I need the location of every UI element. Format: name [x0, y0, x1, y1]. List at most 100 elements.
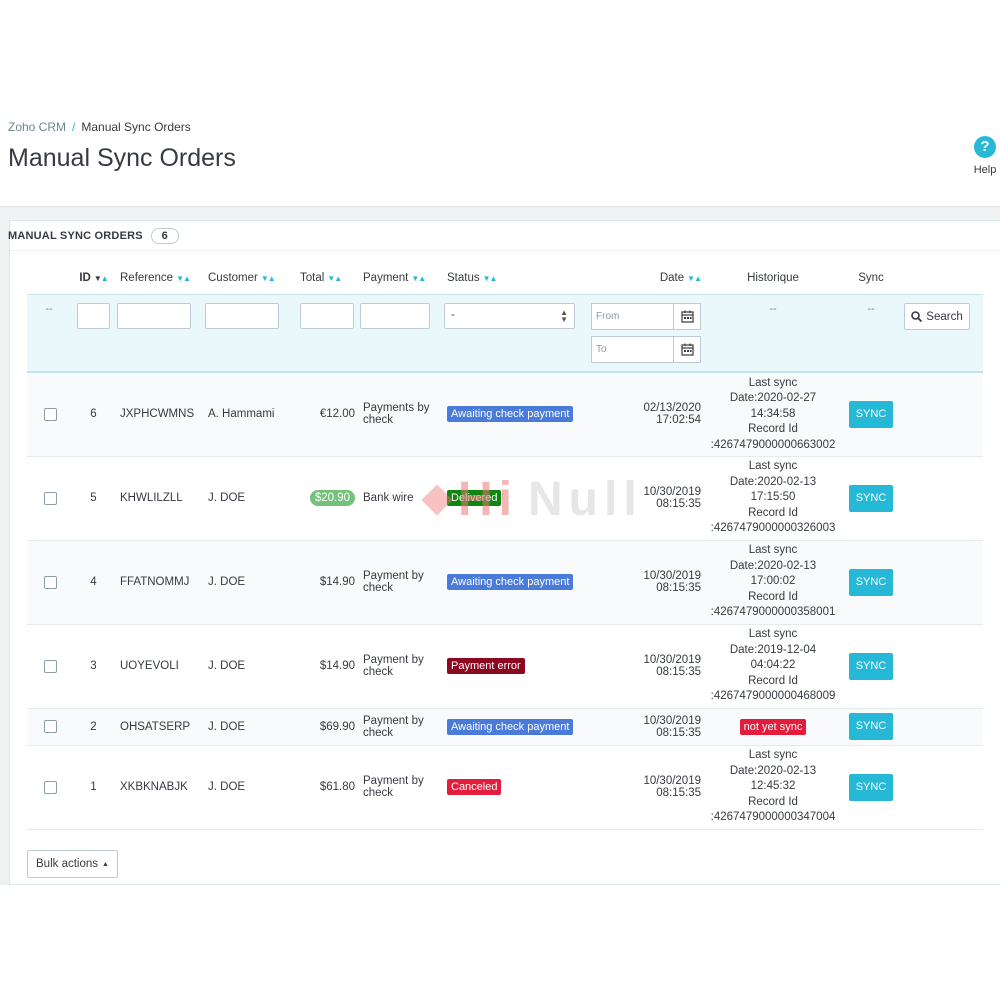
row-payment-line1: Bank wire — [363, 492, 414, 504]
sync-button[interactable]: SYNC — [849, 484, 893, 512]
filter-total-input[interactable] — [300, 303, 354, 329]
hist-line: 14:34:58 — [750, 407, 796, 420]
help-label: Help — [973, 164, 997, 176]
filter-payment-input[interactable] — [360, 303, 430, 329]
filter-reference-input[interactable] — [117, 303, 191, 329]
row-payment-line1: Payment by — [363, 654, 424, 666]
row-payment-line2: check — [363, 582, 394, 594]
filter-customer-input[interactable] — [205, 303, 279, 329]
sync-button[interactable]: SYNC — [849, 773, 893, 801]
column-header-customer[interactable]: Customer ▼▲ — [204, 262, 292, 295]
row-total-highlight: $20.90 — [309, 490, 355, 506]
row-historique: Last sync Date:2020-02-13 17:00:02 Record I… — [705, 540, 841, 625]
filter-historique-dash: -- — [705, 294, 841, 373]
column-header-payment[interactable]: Payment ▼▲ — [359, 262, 443, 295]
panel-heading: MANUAL SYNC ORDERS 6 — [8, 226, 179, 246]
sort-icon[interactable]: ▼▲ — [94, 274, 109, 283]
help-icon: ? — [974, 136, 996, 158]
panel-divider — [10, 250, 1000, 251]
row-payment-line2: check — [363, 787, 394, 799]
filter-status-select[interactable]: - ▲ ▼ — [444, 303, 575, 329]
row-payment: Payment by check — [359, 624, 443, 709]
column-customer-label: Customer — [208, 272, 258, 284]
sync-button[interactable]: SYNC — [849, 400, 893, 428]
table-row[interactable]: 2 OHSATSERP J. DOE $69.90 Payment by chec… — [27, 708, 983, 746]
column-total-label: Total — [300, 272, 325, 284]
breadcrumb: Zoho CRM / Manual Sync Orders — [8, 120, 191, 134]
column-header-id[interactable]: ID ▼▲ — [71, 262, 116, 295]
sort-icon[interactable]: ▼▲ — [483, 274, 498, 283]
row-id: 3 — [71, 624, 116, 709]
sync-button[interactable]: SYNC — [849, 713, 893, 740]
status-badge: Payment error — [447, 658, 525, 674]
row-date: 10/30/2019 08:15:35 — [585, 624, 705, 709]
filter-id-input[interactable] — [77, 303, 110, 329]
row-date-time: 08:15:35 — [656, 787, 701, 799]
calendar-icon[interactable] — [673, 304, 700, 329]
hist-line: Date:2020-02-13 — [729, 475, 817, 488]
row-customer: J. DOE — [204, 456, 292, 541]
row-id: 4 — [71, 540, 116, 625]
row-checkbox[interactable] — [44, 720, 57, 733]
hist-line: Last sync — [748, 749, 798, 762]
table-row[interactable]: 5 KHWLILZLL J. DOE $20.90 Bank wire Deli… — [27, 456, 983, 541]
row-checkbox[interactable] — [44, 491, 57, 505]
caret-up-icon: ▲ — [102, 860, 109, 868]
row-checkbox[interactable] — [44, 659, 57, 673]
table-row[interactable]: 1 XKBKNABJK J. DOE $61.80 Payment by chec… — [27, 745, 983, 830]
row-historique: Last sync Date:2020-02-13 12:45:32 Record I… — [705, 745, 841, 830]
table-header-row: ID ▼▲ Reference ▼▲ Customer ▼▲ Total ▼▲ Paym… — [27, 262, 983, 295]
sort-icon[interactable]: ▼▲ — [327, 274, 342, 283]
row-payment-line1: Payment by — [363, 570, 424, 582]
status-badge: Awaiting check payment — [447, 406, 574, 423]
sync-button[interactable]: SYNC — [849, 652, 893, 680]
column-header-status[interactable]: Status ▼▲ — [443, 262, 585, 295]
row-id: 5 — [71, 456, 116, 541]
row-checkbox[interactable] — [44, 407, 57, 421]
column-header-total[interactable]: Total ▼▲ — [292, 262, 359, 295]
filter-date-to[interactable]: To — [591, 336, 701, 363]
table-row[interactable]: 6 JXPHCWMNS A. Hammami €12.00 Payments b… — [27, 372, 983, 457]
header-actions — [901, 262, 983, 295]
column-historique-label: Historique — [747, 272, 799, 284]
help-button[interactable]: ? Help — [968, 136, 1000, 176]
bulk-actions-button[interactable]: Bulk actions ▲ — [27, 850, 118, 878]
sort-icon[interactable]: ▼▲ — [411, 274, 426, 283]
sync-button[interactable]: SYNC — [849, 568, 893, 596]
table-row[interactable]: 4 FFATNOMMJ J. DOE $14.90 Payment by chec… — [27, 540, 983, 625]
search-icon — [911, 311, 923, 322]
search-button[interactable]: Search — [904, 303, 970, 330]
row-id: 6 — [71, 372, 116, 457]
hist-line: 12:45:32 — [750, 780, 796, 793]
hist-line: Record Id — [748, 590, 798, 603]
filter-bulk-dash: -- — [27, 294, 71, 373]
status-badge: Canceled — [447, 779, 502, 795]
breadcrumb-parent-link[interactable]: Zoho CRM — [8, 120, 66, 134]
header-select — [27, 262, 71, 295]
column-header-sync: Sync — [841, 262, 901, 295]
row-id: 2 — [71, 708, 116, 746]
row-payment: Payment by check — [359, 708, 443, 746]
column-sync-label: Sync — [858, 272, 884, 284]
row-customer: J. DOE — [204, 745, 292, 830]
row-customer: J. DOE — [204, 624, 292, 709]
order-count-badge: 6 — [150, 228, 179, 244]
column-header-reference[interactable]: Reference ▼▲ — [116, 262, 204, 295]
table-row[interactable]: 3 UOYEVOLI J. DOE $14.90 Payment by check… — [27, 624, 983, 709]
column-header-date[interactable]: Date ▼▲ — [585, 262, 705, 295]
filter-date-from[interactable]: From — [591, 303, 701, 330]
date-from-placeholder: From — [596, 311, 620, 322]
row-customer: J. DOE — [204, 708, 292, 746]
row-date: 02/13/2020 17:02:54 — [585, 372, 705, 457]
hist-line: Last sync — [748, 628, 798, 641]
filter-row: -- - ▲ ▼ From To -- -- Search — [27, 294, 983, 373]
row-checkbox[interactable] — [44, 780, 57, 794]
row-total: $69.90 — [292, 708, 359, 746]
sort-icon[interactable]: ▼▲ — [261, 274, 276, 283]
sort-icon[interactable]: ▼▲ — [687, 274, 702, 283]
hist-line: Last sync — [748, 460, 798, 473]
calendar-icon[interactable] — [673, 337, 700, 362]
row-checkbox[interactable] — [44, 575, 57, 589]
sort-icon[interactable]: ▼▲ — [176, 274, 191, 283]
hist-line: Last sync — [748, 376, 798, 389]
